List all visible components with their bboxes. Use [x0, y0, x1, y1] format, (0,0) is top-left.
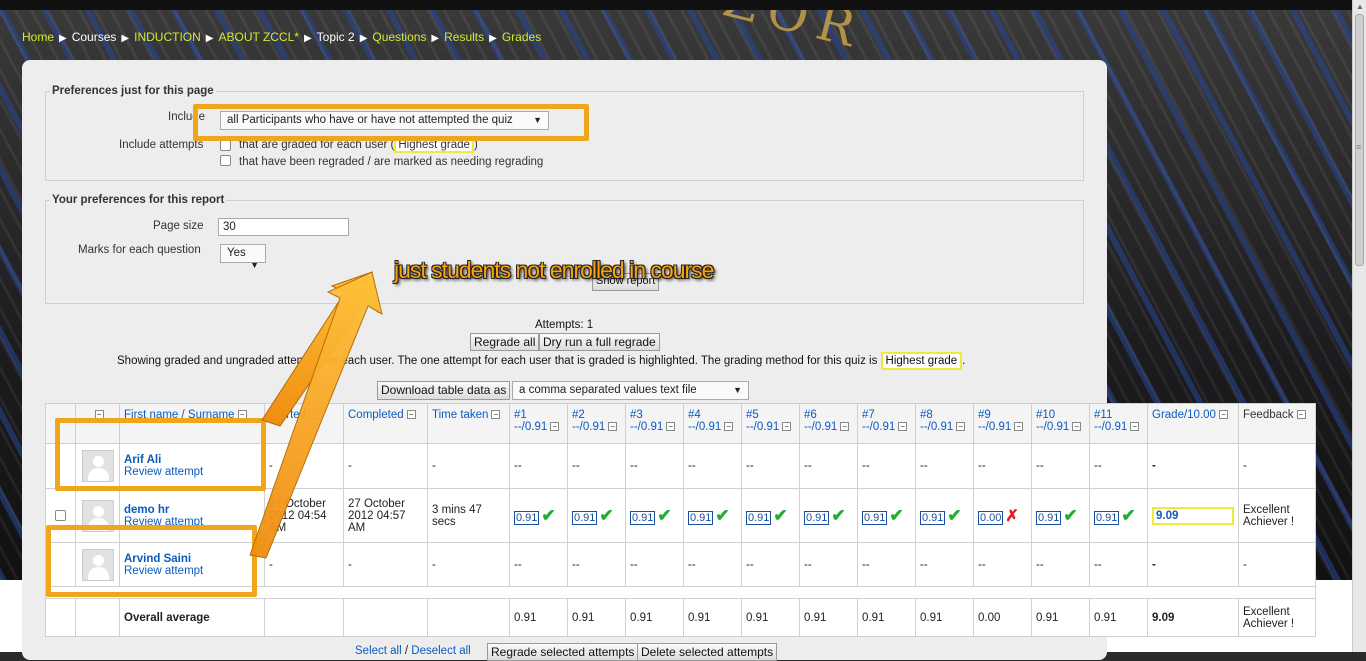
select-all-link[interactable]: Select all	[355, 645, 402, 657]
annotation-text: just students not enrolled in course	[394, 257, 714, 283]
scrollbar-thumb[interactable]	[1355, 14, 1364, 266]
scrollbar-grip-icon: ≡	[1356, 142, 1362, 152]
footer-links: Select all / Deselect all	[355, 645, 471, 657]
annotation-arrows	[249, 271, 383, 559]
footer-slash: /	[401, 645, 412, 657]
vertical-scrollbar[interactable]: ▲ ≡	[1352, 0, 1366, 652]
deselect-all-link[interactable]: Deselect all	[411, 645, 470, 657]
scroll-up-arrow-icon[interactable]: ▲	[1356, 2, 1364, 11]
regrade-selected-button[interactable]: Regrade selected attempts	[487, 643, 639, 661]
delete-selected-button[interactable]: Delete selected attempts	[637, 643, 778, 661]
